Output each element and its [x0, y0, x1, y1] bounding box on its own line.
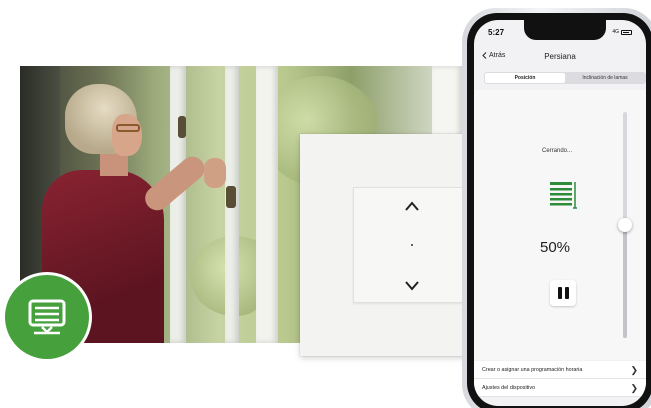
menu-item-label: Ajustes del dispositivo — [482, 385, 536, 391]
position-slider[interactable] — [618, 112, 632, 338]
pause-button[interactable] — [550, 280, 576, 306]
settings-menu: Crear o asignar una programación horaria… — [474, 361, 646, 397]
window-frame — [256, 66, 278, 343]
person-glasses — [116, 124, 140, 132]
battery-icon — [621, 29, 632, 35]
menu-item-schedule[interactable]: Crear o asignar una programación horaria… — [474, 361, 646, 379]
menu-item-device-settings[interactable]: Ajustes del dispositivo ❯ — [474, 379, 646, 397]
pause-icon — [564, 287, 569, 299]
network-label: 4G — [612, 29, 619, 35]
movement-status: Cerrando... — [542, 148, 573, 154]
menu-item-label: Crear o asignar una programación horaria — [482, 367, 583, 373]
segmented-control: Posición Inclinación de lamas — [484, 72, 646, 84]
person-hand — [204, 158, 226, 188]
app-screen: 5:27 4G Atrás Persiana Posición Inclinac… — [474, 20, 646, 406]
position-percent: 50% — [540, 239, 571, 256]
roller-blind-icon — [28, 299, 66, 335]
switch-indicator-dot — [411, 244, 413, 246]
phone-notch — [524, 20, 606, 40]
chevron-down-icon[interactable] — [404, 280, 420, 292]
window-handle — [178, 116, 186, 138]
slider-fill — [623, 225, 627, 338]
badge-circle — [5, 275, 89, 359]
pause-icon — [557, 287, 562, 299]
phone-bezel: 5:27 4G Atrás Persiana Posición Inclinac… — [467, 13, 651, 408]
tab-inclinacion[interactable]: Inclinación de lamas — [565, 73, 645, 83]
window-frame — [170, 66, 186, 343]
blind-badge — [2, 272, 92, 362]
blind-switch-key[interactable] — [353, 187, 469, 303]
page-title: Persiana — [544, 52, 576, 61]
slider-thumb[interactable] — [618, 218, 632, 232]
chevron-right-icon: ❯ — [630, 365, 638, 375]
tab-posicion[interactable]: Posición — [485, 73, 565, 83]
roller-blind-icon — [550, 182, 577, 209]
smartphone: 5:27 4G Atrás Persiana Posición Inclinac… — [462, 8, 651, 408]
chevron-up-icon[interactable] — [404, 200, 420, 212]
promo-composition: 5:27 4G Atrás Persiana Posición Inclinac… — [0, 0, 651, 408]
nav-bar: Atrás Persiana — [474, 50, 646, 66]
control-panel: Cerrando... 50% — [474, 90, 646, 360]
status-time: 5:27 — [488, 28, 505, 37]
person-face — [112, 114, 142, 156]
status-indicators: 4G — [612, 29, 632, 35]
chevron-right-icon: ❯ — [630, 383, 638, 393]
window-handle — [226, 186, 236, 208]
